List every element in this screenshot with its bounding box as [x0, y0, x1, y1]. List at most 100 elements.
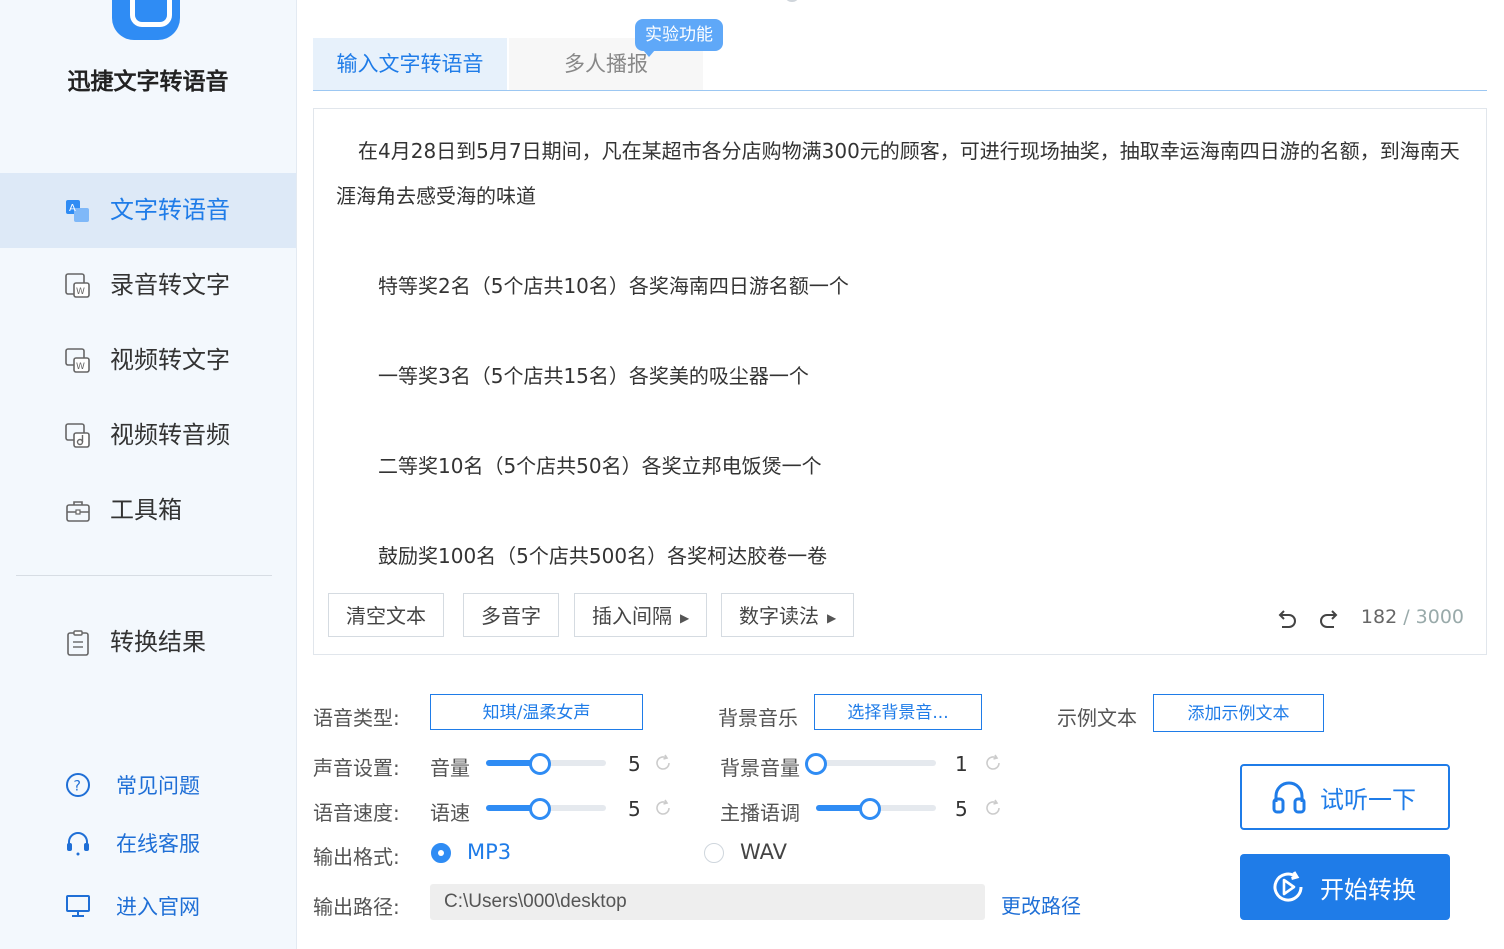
sidebar-divider: [16, 575, 272, 576]
main-panel: 输入文字转语音 多人播报 实验功能 在4月28日到5月7日期间，凡在某超市各分店…: [297, 0, 1504, 949]
bg-volume-value: 1: [955, 752, 968, 776]
start-conversion-button[interactable]: 开始转换: [1240, 854, 1450, 920]
preview-label: 试听一下: [1320, 785, 1416, 814]
sidebar-item-label: 视频转文字: [110, 346, 230, 374]
bg-volume-slider-knob[interactable]: [805, 753, 827, 775]
app-logo-icon: [112, 0, 180, 40]
volume-slider-knob[interactable]: [529, 753, 551, 775]
play-triangle-icon: ▶: [680, 610, 690, 625]
pitch-slider[interactable]: [816, 798, 936, 820]
prize-line: 鼓励奖100名（5个店共500名）各奖柯达胶卷一卷: [378, 544, 828, 568]
bg-volume-slider[interactable]: [805, 753, 936, 775]
char-count: 182: [1360, 606, 1398, 628]
sidebar-item-toolbox[interactable]: 工具箱: [0, 473, 296, 548]
faq-label: 常见问题: [116, 774, 200, 798]
reset-icon[interactable]: [983, 798, 1003, 818]
redo-icon[interactable]: [1317, 607, 1343, 633]
video-to-text-icon: W: [65, 348, 90, 373]
prize-line: 特等奖2名（5个店共10名）各奖海南四日游名额一个: [378, 274, 849, 298]
start-conversion-label: 开始转换: [1320, 875, 1416, 904]
headset-icon: [67, 832, 89, 856]
faq-link[interactable]: ? 常见问题: [64, 765, 200, 805]
play-circle-icon: [1273, 871, 1303, 902]
reset-icon[interactable]: [653, 753, 673, 773]
insert-pause-label: 插入间隔: [592, 604, 672, 628]
sample-label: 示例文本: [1057, 706, 1137, 730]
text-editor[interactable]: 在4月28日到5月7日期间，凡在某超市各分店购物满300元的顾客，可进行现场抽奖…: [313, 108, 1487, 655]
website-link[interactable]: 进入官网: [64, 886, 200, 926]
speed-slider-knob[interactable]: [529, 798, 551, 820]
sidebar-item-label: 文字转语音: [110, 196, 230, 224]
speed-label: 语速: [430, 801, 470, 825]
clear-text-button[interactable]: 清空文本: [328, 593, 444, 637]
mp3-label[interactable]: MP3: [467, 840, 511, 864]
text-to-speech-icon: A: [66, 200, 89, 222]
clear-text-label: 清空文本: [346, 604, 426, 628]
sidebar-item-label: 视频转音频: [110, 421, 230, 449]
sidebar-item-video-to-text[interactable]: W 视频转文字: [0, 323, 296, 398]
tab-underline: [313, 90, 1487, 91]
sidebar: 迅捷文字转语音 A 文字转语音 W 录音转文字 W 视频转文字 视频转音频 工具…: [0, 0, 297, 949]
website-label: 进入官网: [116, 895, 200, 919]
polyphone-button[interactable]: 多音字: [463, 593, 559, 637]
sidebar-item-label: 转换结果: [110, 628, 206, 656]
clipboard-icon: [67, 630, 89, 656]
bgm-label: 背景音乐: [718, 706, 798, 730]
wav-radio[interactable]: [704, 843, 724, 863]
tab-text-to-speech[interactable]: 输入文字转语音: [313, 38, 507, 90]
sound-settings-label: 声音设置:: [313, 756, 400, 780]
svg-text:W: W: [76, 287, 85, 297]
wav-label[interactable]: WAV: [740, 840, 787, 864]
change-path-button[interactable]: 更改路径: [1001, 890, 1081, 919]
toolbox-icon: [66, 501, 90, 522]
sidebar-item-label: 录音转文字: [110, 271, 230, 299]
char-counter: 182 / 3000: [1361, 606, 1464, 628]
volume-slider[interactable]: [486, 753, 606, 775]
polyphone-label: 多音字: [481, 604, 541, 628]
app-title: 迅捷文字转语音: [67, 69, 229, 95]
speed-slider[interactable]: [486, 798, 606, 820]
support-link[interactable]: 在线客服: [64, 823, 200, 863]
sidebar-item-video-to-audio[interactable]: 视频转音频: [0, 398, 296, 473]
sidebar-item-audio-to-text[interactable]: W 录音转文字: [0, 248, 296, 323]
number-reading-button[interactable]: 数字读法 ▶: [721, 593, 855, 637]
play-triangle-icon: ▶: [827, 610, 837, 625]
prize-line: 一等奖3名（5个店共15名）各奖美的吸尘器一个: [378, 364, 809, 388]
reset-icon[interactable]: [653, 798, 673, 818]
svg-text:A: A: [69, 203, 76, 214]
format-label: 输出格式:: [313, 845, 400, 869]
path-label: 输出路径:: [313, 895, 400, 919]
number-reading-label: 数字读法: [739, 604, 819, 628]
mp3-radio[interactable]: [431, 843, 451, 863]
insert-pause-button[interactable]: 插入间隔 ▶: [574, 593, 708, 637]
prize-line: 二等奖10名（5个店共50名）各奖立邦电饭煲一个: [378, 454, 822, 478]
preview-button[interactable]: 试听一下: [1240, 764, 1450, 830]
add-sample-button[interactable]: 添加示例文本: [1153, 694, 1324, 732]
voice-type-label: 语音类型:: [313, 706, 400, 730]
sidebar-item-text-to-speech[interactable]: A 文字转语音: [0, 173, 296, 248]
pitch-slider-knob[interactable]: [859, 798, 881, 820]
headphones-icon: [1272, 781, 1306, 814]
sidebar-item-results[interactable]: 转换结果: [0, 605, 296, 680]
speed-value: 5: [628, 797, 641, 821]
svg-text:?: ?: [74, 779, 81, 795]
svg-text:W: W: [76, 362, 85, 372]
editor-content[interactable]: 在4月28日到5月7日期间，凡在某超市各分店购物满300元的顾客，可进行现场抽奖…: [336, 129, 1466, 569]
bgm-select[interactable]: 选择背景音...: [814, 694, 982, 730]
speed-section-label: 语音速度:: [313, 801, 400, 825]
pitch-value: 5: [955, 797, 968, 821]
undo-icon[interactable]: [1273, 607, 1299, 633]
volume-label: 音量: [430, 756, 470, 780]
voice-type-select[interactable]: 知琪/温柔女声: [430, 694, 643, 730]
output-path-input[interactable]: [430, 884, 985, 920]
sidebar-item-label: 工具箱: [110, 496, 182, 524]
experimental-badge: 实验功能: [635, 19, 723, 57]
help-icon: ?: [66, 773, 90, 797]
support-label: 在线客服: [116, 832, 200, 856]
bg-volume-label: 背景音量: [720, 756, 800, 780]
video-to-audio-icon: [65, 423, 90, 448]
decorative-dot: [785, 0, 799, 2]
monitor-icon: [66, 895, 90, 917]
reset-icon[interactable]: [983, 753, 1003, 773]
pitch-label: 主播语调: [720, 801, 800, 825]
